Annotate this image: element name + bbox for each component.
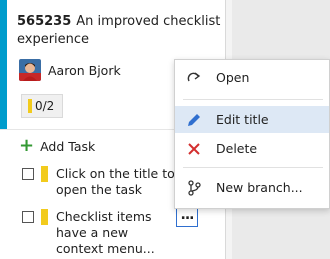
- task-color-bar: [41, 166, 48, 182]
- checklist-progress: 0/2: [35, 99, 55, 113]
- menu-item-label: Edit title: [216, 112, 269, 127]
- checklist-item[interactable]: Checklist items have a new context menu.…: [22, 209, 176, 257]
- branch-icon: [185, 179, 203, 197]
- open-arrow-icon: [185, 69, 203, 87]
- plus-icon: +: [19, 135, 35, 156]
- menu-item-new-branch[interactable]: New branch...: [175, 174, 329, 201]
- context-menu: Open Edit title Delete New branch...: [174, 59, 330, 209]
- ellipsis-icon: ...: [180, 207, 195, 223]
- assignee-name: Aaron Bjork: [48, 62, 121, 78]
- work-item-id: 565235: [17, 14, 72, 29]
- checklist-item-text[interactable]: Checklist items have a new context menu.…: [56, 209, 176, 257]
- checkbox[interactable]: [22, 211, 34, 223]
- menu-item-label: Open: [216, 70, 250, 85]
- card-title[interactable]: 565235 An improved checklist experience: [17, 13, 222, 49]
- menu-item-open[interactable]: Open: [175, 64, 329, 91]
- menu-item-label: New branch...: [216, 180, 303, 195]
- menu-divider: [183, 99, 323, 100]
- add-task-button[interactable]: + Add Task: [19, 135, 96, 156]
- menu-item-delete[interactable]: Delete: [175, 135, 329, 162]
- menu-divider: [183, 167, 323, 168]
- pencil-icon: [185, 111, 203, 129]
- checklist-item-text[interactable]: Click on the title to open the task: [56, 166, 176, 198]
- checklist-item[interactable]: Click on the title to open the task: [22, 166, 176, 198]
- assignee[interactable]: Aaron Bjork: [19, 57, 121, 83]
- add-task-label: Add Task: [40, 138, 96, 154]
- task-color-bar: [28, 99, 32, 113]
- checkbox[interactable]: [22, 168, 34, 180]
- task-color-bar: [41, 209, 48, 225]
- close-x-icon: [185, 140, 203, 158]
- menu-item-label: Delete: [216, 141, 258, 156]
- menu-item-edit-title[interactable]: Edit title: [175, 106, 329, 133]
- checklist-progress-badge[interactable]: 0/2: [21, 94, 63, 118]
- avatar: [19, 59, 41, 81]
